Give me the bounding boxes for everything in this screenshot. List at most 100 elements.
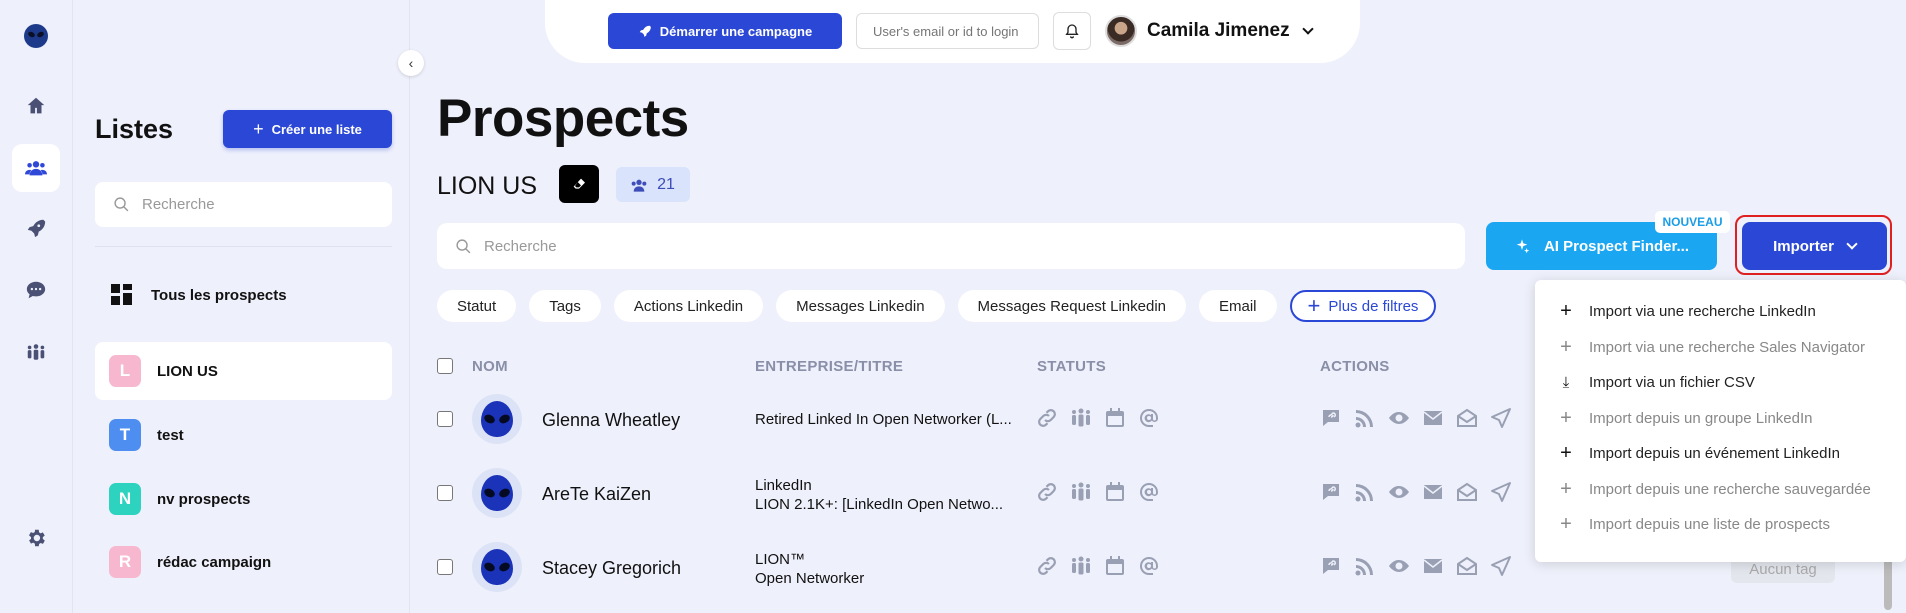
- search-icon: [114, 197, 129, 212]
- linkedin-message-icon[interactable]: [1319, 480, 1343, 504]
- list-item-lion-us[interactable]: L LION US: [95, 342, 392, 400]
- list-item-redac-campaign[interactable]: R rédac campaign: [95, 533, 392, 591]
- alien-logo-icon[interactable]: [24, 24, 48, 48]
- column-actions[interactable]: ACTIONS: [1320, 358, 1390, 376]
- mail-open-icon[interactable]: [1455, 406, 1479, 430]
- plus-icon: +: [1560, 442, 1572, 465]
- row-checkbox[interactable]: [437, 485, 453, 501]
- at-sign-icon[interactable]: [1137, 406, 1161, 430]
- action-icons: [1319, 480, 1513, 504]
- user-menu[interactable]: Camila Jimenez: [1105, 15, 1314, 47]
- login-as-user-input[interactable]: [856, 13, 1039, 49]
- eraser-icon[interactable]: [559, 165, 599, 203]
- people-icon[interactable]: [12, 144, 60, 192]
- action-icons: [1319, 554, 1513, 578]
- send-icon[interactable]: [1489, 406, 1513, 430]
- collapse-panel-chevron-left-icon[interactable]: ‹: [398, 50, 424, 76]
- team-icon[interactable]: [12, 328, 60, 376]
- prospect-name[interactable]: Glenna Wheatley: [542, 410, 680, 431]
- import-prospect-list[interactable]: + Import depuis une liste de prospects: [1535, 507, 1906, 543]
- at-sign-icon[interactable]: [1137, 554, 1161, 578]
- send-icon[interactable]: [1489, 554, 1513, 578]
- import-linkedin-event[interactable]: + Import depuis un événement LinkedIn: [1535, 436, 1906, 472]
- menu-item-label: Import via un fichier CSV: [1589, 374, 1755, 392]
- all-prospects-item[interactable]: Tous les prospects: [95, 280, 392, 310]
- more-filters-label: Plus de filtres: [1328, 297, 1419, 315]
- filter-tags[interactable]: Tags: [529, 290, 601, 322]
- prospect-search-placeholder: Recherche: [484, 237, 557, 255]
- chat-icon[interactable]: [12, 266, 60, 314]
- prospect-company: LION™: [755, 551, 806, 568]
- settings-gear-icon[interactable]: [12, 514, 60, 562]
- more-filters-button[interactable]: + Plus de filtres: [1289, 290, 1437, 322]
- at-sign-icon[interactable]: [1137, 480, 1161, 504]
- import-saved-search[interactable]: + Import depuis une recherche sauvegardée: [1535, 472, 1906, 508]
- prospect-search-input[interactable]: Recherche: [437, 223, 1465, 269]
- rss-feed-icon[interactable]: [1353, 554, 1377, 578]
- notification-bell-icon[interactable]: [1053, 12, 1091, 50]
- link-icon[interactable]: [1035, 480, 1059, 504]
- list-item-nv-prospects[interactable]: N nv prospects: [95, 470, 392, 528]
- plus-icon: +: [1560, 406, 1572, 429]
- prospect-company: LinkedIn: [755, 477, 812, 494]
- calendar-icon[interactable]: [1103, 554, 1127, 578]
- filter-email[interactable]: Email: [1199, 290, 1277, 322]
- plus-icon: +: [253, 118, 264, 139]
- rocket-icon[interactable]: [12, 204, 60, 252]
- link-icon[interactable]: [1035, 554, 1059, 578]
- select-all-checkbox[interactable]: [437, 358, 453, 374]
- import-sales-navigator[interactable]: + Import via une recherche Sales Navigato…: [1535, 330, 1906, 366]
- menu-item-label: Import via une recherche LinkedIn: [1589, 303, 1816, 321]
- list-item-label: test: [157, 426, 184, 444]
- rss-feed-icon[interactable]: [1353, 480, 1377, 504]
- alien-avatar-icon: [481, 549, 513, 585]
- linkedin-message-icon[interactable]: [1319, 554, 1343, 578]
- row-checkbox[interactable]: [437, 559, 453, 575]
- import-button[interactable]: Importer: [1742, 222, 1887, 270]
- calendar-icon[interactable]: [1103, 406, 1127, 430]
- team-icon[interactable]: [1069, 554, 1093, 578]
- import-linkedin-group[interactable]: + Import depuis un groupe LinkedIn: [1535, 401, 1906, 437]
- mail-icon[interactable]: [1421, 480, 1445, 504]
- import-dropdown-menu: + Import via une recherche LinkedIn + Impo…: [1535, 280, 1906, 562]
- list-item-label: LION US: [157, 362, 218, 380]
- column-company[interactable]: ENTREPRISE/TITRE: [755, 358, 903, 376]
- sparkle-icon: [1516, 239, 1530, 254]
- filter-status[interactable]: Statut: [437, 290, 517, 322]
- row-checkbox[interactable]: [437, 411, 453, 427]
- send-icon[interactable]: [1489, 480, 1513, 504]
- filter-message-requests[interactable]: Messages Request Linkedin: [957, 290, 1186, 322]
- import-csv-file[interactable]: ⤓ Import via un fichier CSV: [1535, 365, 1906, 401]
- start-campaign-button[interactable]: Démarrer une campagne: [608, 13, 842, 49]
- mail-open-icon[interactable]: [1455, 480, 1479, 504]
- list-search-input[interactable]: Recherche: [95, 182, 392, 227]
- column-name[interactable]: NOM: [472, 358, 508, 376]
- plus-icon: +: [1560, 335, 1572, 358]
- team-icon[interactable]: [1069, 406, 1093, 430]
- menu-item-label: Import depuis un événement LinkedIn: [1589, 445, 1840, 463]
- eye-icon[interactable]: [1387, 406, 1411, 430]
- eye-icon[interactable]: [1387, 480, 1411, 504]
- filter-linkedin-messages[interactable]: Messages Linkedin: [776, 290, 945, 322]
- calendar-icon[interactable]: [1103, 480, 1127, 504]
- plus-icon: +: [1560, 300, 1572, 323]
- rss-feed-icon[interactable]: [1353, 406, 1377, 430]
- mail-icon[interactable]: [1421, 554, 1445, 578]
- list-item-label: nv prospects: [157, 490, 251, 508]
- prospect-name[interactable]: AreTe KaiZen: [542, 484, 651, 505]
- prospect-name[interactable]: Stacey Gregorich: [542, 558, 681, 579]
- eye-icon[interactable]: [1387, 554, 1411, 578]
- filter-linkedin-actions[interactable]: Actions Linkedin: [613, 290, 764, 322]
- link-icon[interactable]: [1035, 406, 1059, 430]
- linkedin-message-icon[interactable]: [1319, 406, 1343, 430]
- status-icons: [1035, 406, 1161, 430]
- all-prospects-label: Tous les prospects: [151, 286, 287, 304]
- column-status[interactable]: STATUTS: [1037, 358, 1106, 376]
- mail-open-icon[interactable]: [1455, 554, 1479, 578]
- home-icon[interactable]: [12, 82, 60, 130]
- create-list-button[interactable]: + Créer une liste: [223, 110, 392, 148]
- import-linkedin-search[interactable]: + Import via une recherche LinkedIn: [1535, 294, 1906, 330]
- team-icon[interactable]: [1069, 480, 1093, 504]
- list-item-test[interactable]: T test: [95, 406, 392, 464]
- mail-icon[interactable]: [1421, 406, 1445, 430]
